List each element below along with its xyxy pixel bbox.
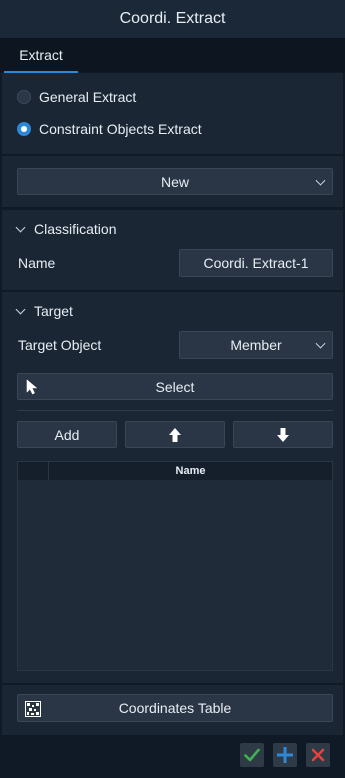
- target-object-dropdown[interactable]: Member: [179, 331, 333, 359]
- move-up-button[interactable]: [125, 421, 225, 448]
- name-field[interactable]: Coordi. Extract-1: [179, 249, 333, 277]
- move-down-button[interactable]: [233, 421, 333, 448]
- tab-extract[interactable]: Extract: [4, 39, 78, 73]
- radio-label: Constraint Objects Extract: [39, 121, 202, 137]
- window-title: Coordi. Extract: [119, 10, 226, 27]
- radio-constraint-objects-extract[interactable]: Constraint Objects Extract: [17, 121, 202, 137]
- table-header-name[interactable]: Name: [49, 462, 332, 480]
- extract-mode-panel: [2, 73, 343, 154]
- classification-header[interactable]: Classification: [15, 221, 117, 237]
- ok-button[interactable]: [240, 743, 264, 767]
- target-table[interactable]: Name: [17, 461, 333, 671]
- template-dropdown[interactable]: New: [17, 168, 333, 195]
- add-item-button[interactable]: [273, 743, 297, 767]
- table-header-index: [18, 462, 49, 480]
- divider: [17, 410, 333, 411]
- cancel-button[interactable]: [306, 743, 330, 767]
- radio-circle: [17, 90, 31, 104]
- chevron-down-icon: [315, 175, 326, 186]
- table-header: Name: [18, 462, 332, 480]
- radio-circle-selected: [17, 122, 31, 136]
- cursor-arrow-icon: [26, 379, 37, 395]
- close-icon: [311, 748, 325, 762]
- target-header[interactable]: Target: [15, 303, 73, 319]
- window-title-bar: Coordi. Extract: [0, 0, 345, 39]
- target-object-value: Member: [230, 337, 282, 353]
- template-dropdown-value: New: [160, 173, 189, 190]
- arrow-down-icon: [277, 427, 289, 442]
- radio-label: General Extract: [39, 89, 137, 105]
- target-title: Target: [34, 303, 73, 319]
- arrow-up-icon: [169, 427, 181, 442]
- chevron-down-icon: [315, 338, 326, 349]
- name-label: Name: [18, 255, 56, 271]
- plus-icon: [277, 747, 293, 763]
- coordinates-table-button[interactable]: Coordinates Table: [17, 694, 333, 722]
- check-icon: [244, 748, 260, 762]
- classification-title: Classification: [34, 221, 117, 237]
- radio-general-extract[interactable]: General Extract: [17, 89, 136, 105]
- add-button[interactable]: Add: [17, 421, 117, 448]
- coordinates-table-icon: [25, 701, 41, 717]
- coordinates-table-label: Coordinates Table: [118, 700, 232, 716]
- select-button-label: Select: [155, 378, 195, 395]
- name-field-value: Coordi. Extract-1: [203, 255, 309, 271]
- add-button-label: Add: [54, 426, 80, 443]
- chevron-down-icon: [15, 304, 26, 314]
- select-button[interactable]: Select: [17, 373, 333, 400]
- target-object-label: Target Object: [18, 337, 102, 353]
- chevron-down-icon: [15, 222, 26, 232]
